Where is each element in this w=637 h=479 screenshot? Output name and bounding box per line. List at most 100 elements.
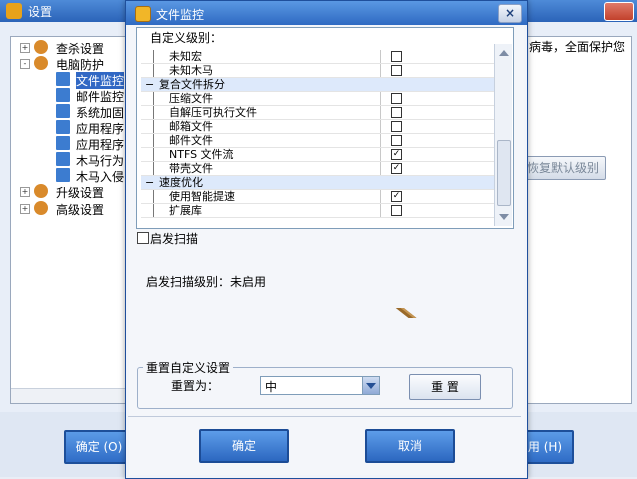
category-icon <box>34 201 48 215</box>
option-checkbox[interactable]: ✓ <box>391 149 402 160</box>
scrollbar-thumb[interactable] <box>497 140 511 206</box>
restore-default-button[interactable]: 恢复默认级别 <box>520 156 606 180</box>
column-divider <box>380 190 381 203</box>
row-separator <box>141 217 494 218</box>
column-divider <box>380 148 381 161</box>
tree-guide-line <box>153 120 154 133</box>
list-item[interactable]: 未知木马 <box>141 64 494 77</box>
list-item[interactable]: 扩展库 <box>141 204 494 217</box>
tree-item-label: 高级设置 <box>56 203 105 217</box>
tree-item-label: 电脑防护 <box>56 58 105 72</box>
collapse-icon[interactable]: − <box>145 176 154 189</box>
tree-item-label: 文件监控 <box>76 72 125 89</box>
option-checkbox[interactable] <box>391 51 402 62</box>
shield-icon <box>135 6 151 22</box>
option-checkbox[interactable] <box>391 93 402 104</box>
tree-item-label: 邮件监控 <box>76 90 125 104</box>
dialog-cancel-button[interactable]: 取消 <box>365 429 455 463</box>
launch-scan-checkbox[interactable] <box>137 232 149 244</box>
list-item-label: 带壳文件 <box>169 162 213 175</box>
expand-icon[interactable]: + <box>20 187 30 197</box>
list-item-label: 未知宏 <box>169 50 202 63</box>
reset-level-select[interactable]: 中 <box>260 376 380 395</box>
reset-level-value: 中 <box>265 380 278 394</box>
column-divider <box>380 92 381 105</box>
column-divider <box>380 204 381 217</box>
tree-guide-line <box>153 92 154 105</box>
option-checkbox[interactable] <box>391 121 402 132</box>
list-item-label: 复合文件拆分 <box>159 78 225 91</box>
reset-to-label: 重置为： <box>171 379 220 393</box>
list-item-label: NTFS 文件流 <box>169 148 234 161</box>
column-divider <box>380 106 381 119</box>
collapse-icon[interactable]: − <box>145 78 154 91</box>
list-group-row[interactable]: − 速度优化 <box>141 176 494 189</box>
launch-scan-label: 启发扫描 <box>150 232 199 246</box>
tree-item-label: 升级设置 <box>56 186 105 200</box>
protection-description: 病毒，全面保护您 <box>529 40 626 54</box>
expand-icon[interactable]: + <box>20 43 30 53</box>
list-vertical-scrollbar[interactable] <box>494 44 512 226</box>
page-icon <box>56 104 70 118</box>
category-icon <box>34 184 48 198</box>
page-icon <box>56 136 70 150</box>
option-checkbox[interactable] <box>391 107 402 118</box>
tree-item-label: 应用程序 <box>76 122 125 136</box>
list-item[interactable]: ✓ 带壳文件 <box>141 162 494 175</box>
custom-level-label: 自定义级别： <box>150 31 223 45</box>
settings-content-panel <box>520 36 632 404</box>
scroll-down-icon[interactable] <box>499 214 509 220</box>
tree-guide-line <box>153 162 154 175</box>
list-group-row[interactable]: − 复合文件拆分 <box>141 78 494 91</box>
tree-item-label: 木马行为 <box>76 154 125 168</box>
dialog-ok-button[interactable]: 确定 <box>199 429 289 463</box>
collapse-icon[interactable]: - <box>20 59 30 69</box>
reset-button[interactable]: 重 置 <box>409 374 481 400</box>
option-checkbox[interactable] <box>391 135 402 146</box>
expand-icon[interactable]: + <box>20 204 30 214</box>
list-item[interactable]: ✓ 使用智能提速 <box>141 190 494 203</box>
list-item-label: 邮件文件 <box>169 134 213 147</box>
column-divider <box>380 64 381 77</box>
tree-item-label: 木马入侵 <box>76 170 125 184</box>
option-checkbox[interactable]: ✓ <box>391 191 402 202</box>
list-item[interactable]: 压缩文件 <box>141 92 494 105</box>
reset-group-title: 重置自定义设置 <box>143 359 234 376</box>
dialog-divider <box>128 416 521 417</box>
list-item[interactable]: ✓ NTFS 文件流 <box>141 148 494 161</box>
chevron-down-icon[interactable] <box>362 377 379 394</box>
settings-title: 设置 <box>28 5 53 19</box>
scan-level-text: 启发扫描级别：未启用 <box>146 275 267 289</box>
scroll-up-icon[interactable] <box>499 50 509 56</box>
app-icon <box>6 3 22 19</box>
page-icon <box>56 88 70 102</box>
list-item[interactable]: 邮件文件 <box>141 134 494 147</box>
list-item-label: 扩展库 <box>169 204 202 217</box>
option-checkbox[interactable] <box>391 65 402 76</box>
list-item-label: 邮箱文件 <box>169 120 213 133</box>
column-divider <box>380 162 381 175</box>
settings-close-button[interactable] <box>604 2 634 21</box>
column-divider <box>380 50 381 63</box>
tree-guide-line <box>153 204 154 217</box>
tree-guide-line <box>153 50 154 63</box>
option-checkbox[interactable] <box>391 205 402 216</box>
list-item-label: 使用智能提速 <box>169 190 235 203</box>
dialog-close-button[interactable]: × <box>498 4 522 23</box>
page-icon <box>56 72 70 86</box>
tree-guide-line <box>153 148 154 161</box>
settings-ok-button[interactable]: 确定 (O) <box>64 430 134 464</box>
column-divider <box>380 120 381 133</box>
tree-horizontal-scrollbar[interactable] <box>11 388 131 403</box>
option-checkbox[interactable]: ✓ <box>391 163 402 174</box>
list-item[interactable]: 未知宏 <box>141 50 494 63</box>
dialog-title: 文件监控 <box>156 8 205 22</box>
tree-guide-line <box>153 134 154 147</box>
list-item-label: 压缩文件 <box>169 92 213 105</box>
tree-item-label: 查杀设置 <box>56 42 105 56</box>
list-item[interactable]: 自解压可执行文件 <box>141 106 494 119</box>
category-icon <box>34 56 48 70</box>
list-item[interactable]: 邮箱文件 <box>141 120 494 133</box>
list-item-label: 自解压可执行文件 <box>169 106 257 119</box>
page-icon <box>56 168 70 182</box>
